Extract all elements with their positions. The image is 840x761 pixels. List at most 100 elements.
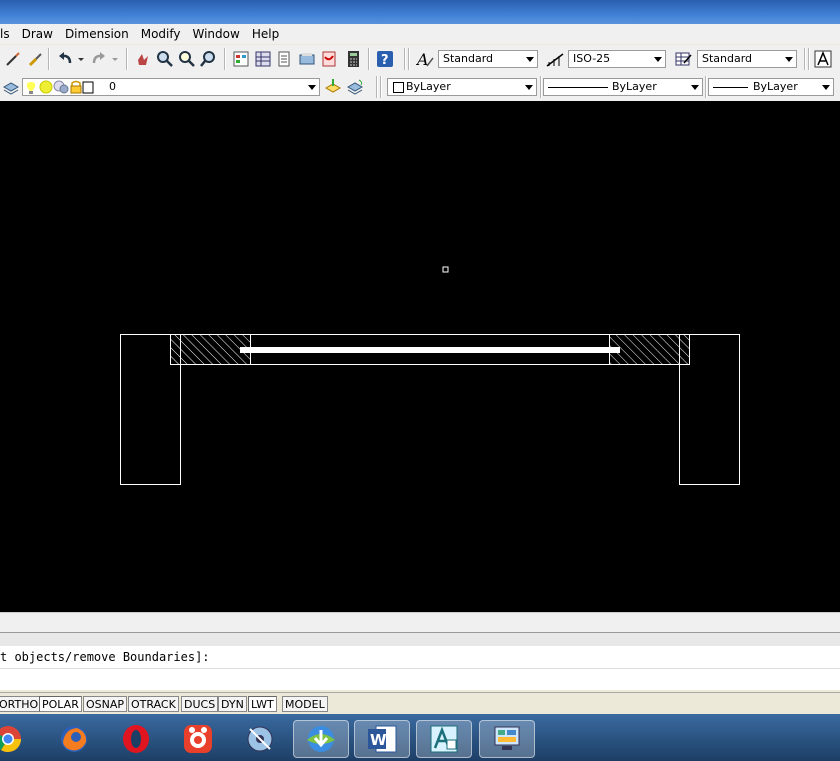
chevron-down-icon bbox=[308, 85, 316, 90]
separator bbox=[48, 48, 50, 70]
linetype-line-icon bbox=[548, 87, 608, 88]
model-toggle[interactable]: MODEL bbox=[282, 696, 328, 712]
layer-select[interactable]: 0 bbox=[22, 78, 320, 96]
taskbar-media[interactable] bbox=[232, 720, 288, 758]
taskbar-control[interactable] bbox=[479, 720, 535, 758]
table-style-icon[interactable] bbox=[674, 50, 692, 68]
chevron-down-icon bbox=[654, 57, 662, 62]
layer-manager-icon[interactable] bbox=[2, 78, 20, 96]
pan-icon[interactable] bbox=[134, 50, 152, 68]
undo-dropdown-icon[interactable] bbox=[76, 50, 86, 68]
layers-toolbar: 0 ByLayer ByLayer ByLayer bbox=[0, 73, 840, 102]
firefox-icon bbox=[61, 726, 87, 752]
horizontal-scrollbar[interactable] bbox=[0, 612, 840, 633]
zoom-window-icon[interactable] bbox=[178, 50, 196, 68]
taskbar: W bbox=[0, 714, 840, 761]
media-icon bbox=[247, 726, 273, 752]
menu-bar: ls Draw Dimension Modify Window Help bbox=[0, 24, 840, 44]
tool-palettes-icon[interactable] bbox=[276, 50, 294, 68]
separator bbox=[224, 48, 226, 70]
table-style-select[interactable]: Standard bbox=[697, 50, 797, 68]
dyn-toggle[interactable]: DYN bbox=[218, 696, 247, 712]
ortho-toggle[interactable]: ORTHO bbox=[0, 696, 42, 712]
menu-dimension[interactable]: Dimension bbox=[59, 27, 135, 41]
ducs-toggle[interactable]: DUCS bbox=[181, 696, 219, 712]
menu-help[interactable]: Help bbox=[246, 27, 285, 41]
separator bbox=[804, 48, 806, 70]
text-icon[interactable] bbox=[814, 50, 832, 68]
properties-icon[interactable] bbox=[232, 50, 250, 68]
design-center-icon[interactable] bbox=[254, 50, 272, 68]
zoom-previous-icon[interactable] bbox=[200, 50, 218, 68]
lineweight-value: ByLayer bbox=[753, 80, 798, 93]
color-select[interactable]: ByLayer bbox=[387, 78, 537, 96]
separator bbox=[368, 48, 370, 70]
undo-icon[interactable] bbox=[56, 50, 74, 68]
taskbar-app[interactable] bbox=[170, 720, 226, 758]
layer-previous-icon[interactable] bbox=[346, 78, 364, 96]
chrome-icon bbox=[0, 726, 22, 753]
separator bbox=[380, 76, 382, 98]
chevron-down-icon bbox=[691, 85, 699, 90]
text-style-value: Standard bbox=[443, 52, 494, 65]
help-icon[interactable]: ? bbox=[376, 50, 394, 68]
taskbar-firefox[interactable] bbox=[46, 720, 102, 758]
dim-style-value: ISO-25 bbox=[573, 52, 611, 65]
command-window[interactable]: t objects/remove Boundaries]: bbox=[0, 646, 840, 690]
chevron-down-icon bbox=[822, 85, 830, 90]
app-icon bbox=[184, 725, 212, 753]
otrack-toggle[interactable]: OTRACK bbox=[128, 696, 179, 712]
text-style-select[interactable]: Standard bbox=[438, 50, 538, 68]
lwt-toggle[interactable]: LWT bbox=[248, 696, 277, 712]
download-icon bbox=[307, 726, 335, 752]
menu-tools[interactable]: ls bbox=[0, 27, 16, 41]
selected-rebar bbox=[240, 347, 620, 353]
text-style-icon[interactable]: A bbox=[415, 50, 434, 69]
color-swatch-icon bbox=[393, 82, 404, 93]
command-input[interactable] bbox=[0, 668, 840, 687]
command-prompt: t objects/remove Boundaries]: bbox=[0, 650, 210, 664]
layer-state-icons bbox=[26, 80, 94, 94]
pickbox-cursor bbox=[442, 266, 449, 273]
dim-style-icon[interactable] bbox=[546, 50, 564, 68]
separator bbox=[376, 76, 378, 98]
drawing-canvas[interactable] bbox=[0, 101, 840, 612]
markup-icon[interactable] bbox=[320, 50, 338, 68]
redo-dropdown-icon[interactable] bbox=[110, 50, 120, 68]
table-style-value: Standard bbox=[702, 52, 753, 65]
menu-modify[interactable]: Modify bbox=[135, 27, 187, 41]
separator bbox=[408, 48, 410, 70]
svg-text:?: ? bbox=[381, 53, 389, 68]
menu-draw[interactable]: Draw bbox=[16, 27, 59, 41]
match-properties-icon[interactable] bbox=[4, 50, 22, 68]
chevron-down-icon bbox=[525, 85, 533, 90]
lineweight-line-icon bbox=[713, 87, 748, 88]
dim-style-select[interactable]: ISO-25 bbox=[568, 50, 666, 68]
taskbar-chrome[interactable] bbox=[0, 720, 36, 758]
osnap-toggle[interactable]: OSNAP bbox=[83, 696, 128, 712]
right-hatch bbox=[609, 334, 690, 365]
layer-value: 0 bbox=[109, 80, 116, 93]
word-icon: W bbox=[368, 725, 397, 753]
sheet-set-icon[interactable] bbox=[298, 50, 316, 68]
standard-toolbar: ? A Standard ISO-25 Standard bbox=[0, 45, 840, 74]
menu-window[interactable]: Window bbox=[187, 27, 246, 41]
redo-icon[interactable] bbox=[90, 50, 108, 68]
taskbar-word[interactable]: W bbox=[354, 720, 410, 758]
linetype-value: ByLayer bbox=[612, 80, 657, 93]
lineweight-select[interactable]: ByLayer bbox=[708, 78, 834, 96]
chevron-down-icon bbox=[785, 57, 793, 62]
polar-toggle[interactable]: POLAR bbox=[39, 696, 82, 712]
brush-icon[interactable] bbox=[26, 50, 44, 68]
control-icon bbox=[494, 726, 520, 750]
color-value: ByLayer bbox=[406, 80, 451, 93]
taskbar-download-manager[interactable] bbox=[293, 720, 349, 758]
status-bar: ORTHO POLAR OSNAP OTRACK DUCS DYN LWT MO… bbox=[0, 692, 840, 715]
make-current-layer-icon[interactable] bbox=[324, 78, 342, 96]
calculator-icon[interactable] bbox=[344, 50, 362, 68]
taskbar-opera[interactable] bbox=[108, 720, 164, 758]
taskbar-autocad[interactable] bbox=[416, 720, 472, 758]
zoom-realtime-icon[interactable] bbox=[156, 50, 174, 68]
separator bbox=[540, 76, 542, 98]
linetype-select[interactable]: ByLayer bbox=[543, 78, 703, 96]
